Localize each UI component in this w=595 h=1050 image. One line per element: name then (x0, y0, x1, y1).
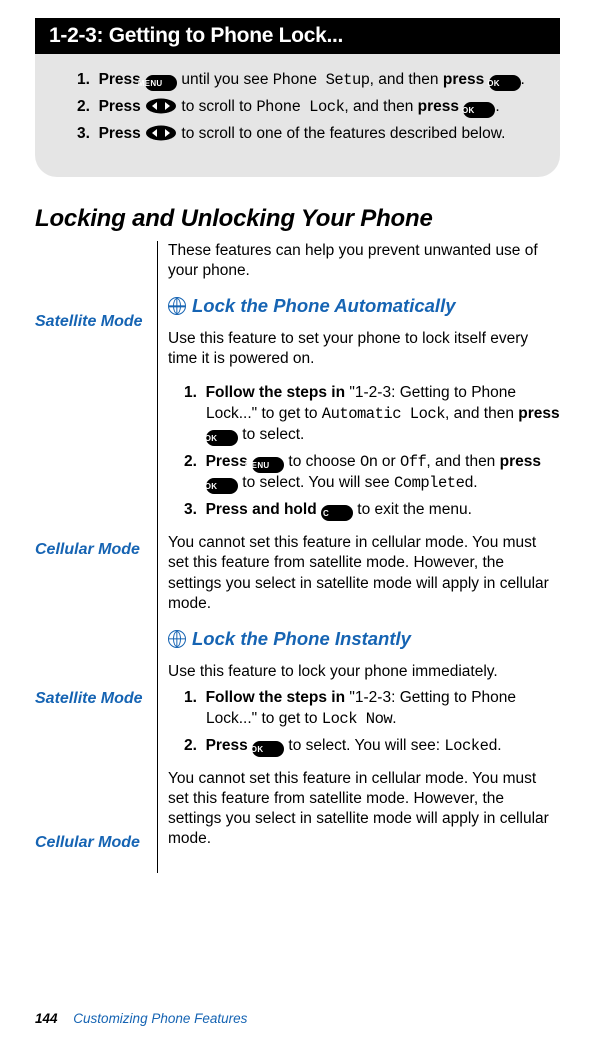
box-body: 1. Press MENU until you see Phone Setup,… (35, 54, 560, 177)
box-title: 1-2-3: Getting to Phone Lock... (35, 18, 560, 54)
c-icon: C (321, 505, 353, 521)
box-step-2: 2. Press to scroll to Phone Lock, and th… (77, 97, 532, 118)
subheading-1: Lock the Phone Automatically (168, 295, 560, 317)
left-column: Satellite Mode Cellular Mode Satellite M… (35, 241, 157, 874)
intro-text: These features can help you prevent unwa… (168, 241, 560, 281)
page: 1-2-3: Getting to Phone Lock... 1. Press… (0, 0, 595, 1050)
list-item: 2. Press MENU to choose On or Off, and t… (184, 452, 560, 494)
list-item: 1. Follow the steps in "1-2-3: Getting t… (184, 688, 560, 730)
globe-icon (168, 630, 186, 648)
steps-list-2: 1. Follow the steps in "1-2-3: Getting t… (174, 688, 560, 757)
ok-icon: OK (206, 430, 238, 446)
menu-icon: MENU (145, 75, 177, 91)
mode-label-satellite-2: Satellite Mode (35, 690, 147, 708)
subheading-2: Lock the Phone Instantly (168, 628, 560, 650)
sat-body-1: Use this feature to set your phone to lo… (168, 329, 560, 369)
ok-icon: OK (463, 102, 495, 118)
cell-body-2: You cannot set this feature in cellular … (168, 769, 560, 850)
box-step-3: 3. Press to scroll to one of the feature… (77, 124, 532, 145)
scroll-icon (145, 125, 177, 141)
mode-label-cellular-2: Cellular Mode (35, 834, 147, 852)
ok-icon: OK (206, 478, 238, 494)
ok-icon: OK (489, 75, 521, 91)
list-item: 1. Follow the steps in "1-2-3: Getting t… (184, 383, 560, 446)
mode-label-cellular-1: Cellular Mode (35, 541, 147, 559)
section-heading: Locking and Unlocking Your Phone (35, 205, 560, 233)
mode-label-satellite-1: Satellite Mode (35, 313, 147, 331)
steps-list-1: 1. Follow the steps in "1-2-3: Getting t… (174, 383, 560, 521)
sat-body-2: Use this feature to lock your phone imme… (168, 662, 560, 682)
menu-icon: MENU (252, 457, 284, 473)
scroll-icon (145, 98, 177, 114)
list-item: 2. Press OK to select. You will see: Loc… (184, 736, 560, 757)
content-columns: Satellite Mode Cellular Mode Satellite M… (35, 241, 560, 874)
chapter-title: Customizing Phone Features (73, 1011, 247, 1026)
list-item: 3. Press and hold C to exit the menu. (184, 500, 560, 521)
box-step-1: 1. Press MENU until you see Phone Setup,… (77, 70, 532, 91)
instruction-box: 1-2-3: Getting to Phone Lock... 1. Press… (35, 18, 560, 177)
page-footer: 144 Customizing Phone Features (35, 1011, 247, 1026)
right-column: These features can help you prevent unwa… (157, 241, 560, 874)
globe-icon (168, 297, 186, 315)
page-number: 144 (35, 1011, 58, 1026)
cell-body-1: You cannot set this feature in cellular … (168, 533, 560, 614)
ok-icon: OK (252, 741, 284, 757)
